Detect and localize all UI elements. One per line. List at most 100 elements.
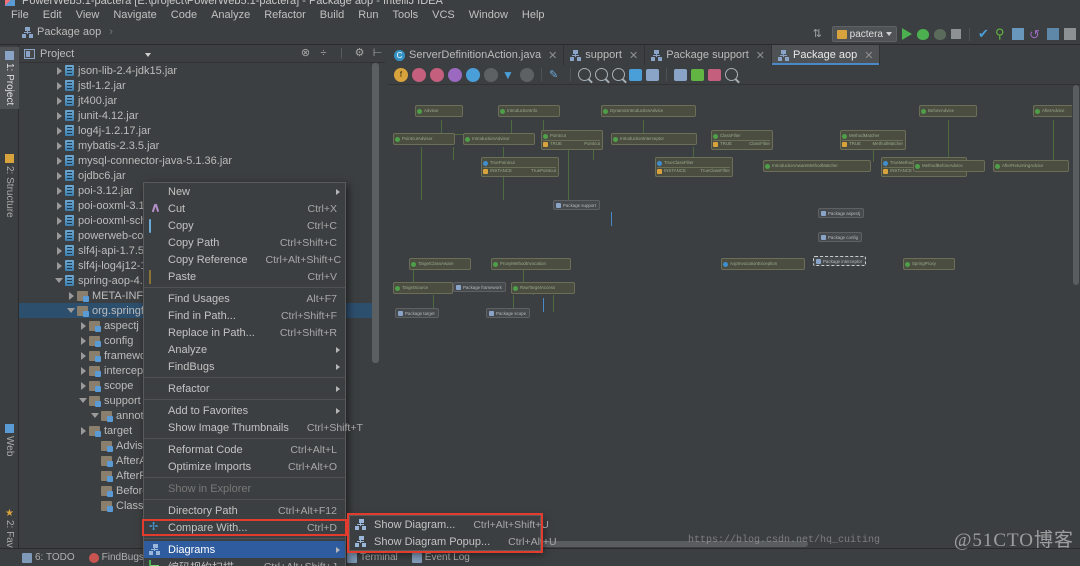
methods-toggle[interactable] (430, 67, 444, 82)
status-item-terminal[interactable]: Terminal (346, 552, 398, 563)
tree-node[interactable]: log4j-1.2.17.jar (19, 123, 379, 138)
chevron-right-icon[interactable] (79, 321, 88, 330)
chevron-right-icon[interactable] (79, 366, 88, 375)
tree-node[interactable]: junit-4.12.jar (19, 108, 379, 123)
update-application-button[interactable]: ✔ (978, 27, 990, 40)
diagram-node[interactable]: RawTargetAccess (511, 282, 575, 294)
diagram-node[interactable]: ClassFilter TRUE ClassFilter (711, 130, 773, 150)
context-menu-item-diagrams[interactable]: Diagrams (144, 541, 345, 558)
diagram-node[interactable]: BeforeAdvice (919, 105, 977, 117)
tree-node[interactable]: mysql-connector-java-5.1.36.jar (19, 153, 379, 168)
context-menu-item-refactor[interactable]: Refactor (144, 380, 345, 397)
chevron-right-icon[interactable] (55, 96, 64, 105)
tool-window-tab-web[interactable]: Web (0, 417, 19, 463)
menu-item-build[interactable]: Build (313, 8, 351, 22)
diagram-node[interactable]: MethodBeforeAdvice (913, 160, 985, 172)
chevron-down-icon[interactable] (145, 53, 151, 57)
chevron-right-icon[interactable] (55, 111, 64, 120)
actual-size-icon[interactable] (612, 68, 625, 81)
context-menu-item-optimizeimports[interactable]: Optimize Imports Ctrl+Alt+O (144, 458, 345, 475)
menu-item-code[interactable]: Code (164, 8, 204, 22)
chevron-right-icon[interactable] (79, 426, 88, 435)
save-icon[interactable] (674, 68, 687, 81)
diagram-node[interactable]: DynamicIntroductionAdvice (601, 105, 696, 117)
menu-item-view[interactable]: View (69, 8, 107, 22)
context-menu-item-findinpath[interactable]: Find in Path... Ctrl+Shift+F (144, 307, 345, 324)
context-menu-item-comparewith[interactable]: ✢ Compare With... Ctrl+D (144, 519, 345, 536)
diagram-package-node[interactable]: Package interceptor (813, 256, 867, 266)
chevron-down-icon[interactable] (91, 411, 100, 420)
menu-item-navigate[interactable]: Navigate (106, 8, 163, 22)
chevron-right-icon[interactable] (55, 156, 64, 165)
chevron-down-icon[interactable] (79, 396, 88, 405)
diagram-node[interactable]: AfterReturningAdvice (993, 160, 1069, 172)
chevron-right-icon[interactable] (55, 201, 64, 210)
menu-item-edit[interactable]: Edit (36, 8, 69, 22)
diagram-node[interactable]: PointcutAdvisor (393, 133, 455, 145)
menu-item-analyze[interactable]: Analyze (204, 8, 257, 22)
context-menu-item-addtofavorites[interactable]: Add to Favorites (144, 402, 345, 419)
diagram-node[interactable]: IntroductionAdvisor (463, 133, 535, 145)
profile-button[interactable]: ⚲ (995, 27, 1007, 40)
diagram-package-node[interactable]: Package support (553, 200, 600, 210)
layout-icon[interactable] (629, 68, 642, 81)
debug-button[interactable] (917, 28, 929, 40)
chevron-right-icon[interactable] (55, 261, 64, 270)
zoom-out-icon[interactable] (595, 68, 608, 81)
editor-vertical-scrollbar[interactable] (1072, 85, 1080, 548)
close-icon[interactable]: ✕ (629, 49, 638, 62)
gear-icon[interactable]: ⚙ (354, 48, 365, 59)
diagram-node[interactable]: TruePointcut INSTANCE TruePointcut (481, 157, 559, 177)
close-icon[interactable]: ✕ (864, 49, 873, 62)
expand-nodes-icon[interactable] (646, 68, 659, 81)
menu-item-vcs[interactable]: VCS (425, 8, 462, 22)
diagram-node[interactable]: SpringProxy (903, 258, 955, 270)
export-icon[interactable] (691, 68, 704, 81)
context-menu-item-findbugs[interactable]: FindBugs (144, 358, 345, 375)
status-item-todo[interactable]: 6: TODO (22, 552, 75, 563)
context-menu-item-copyreference[interactable]: Copy Reference Ctrl+Alt+Shift+C (144, 251, 345, 268)
chevron-right-icon[interactable] (79, 336, 88, 345)
context-menu-item-cut[interactable]: Cut Ctrl+X (144, 200, 345, 217)
context-menu-item-directorypath[interactable]: Directory Path Ctrl+Alt+F12 (144, 502, 345, 519)
constructors-toggle[interactable] (412, 67, 426, 82)
diagram-node[interactable]: AopInvocationException (721, 258, 805, 270)
menu-item-window[interactable]: Window (462, 8, 515, 22)
diagram-package-node[interactable]: Package aspectj (818, 208, 865, 218)
diagram-node[interactable]: TargetClassAware (409, 258, 471, 270)
expand-icon[interactable]: ÷ (318, 48, 329, 59)
diagram-node[interactable]: Pointcut TRUE Pointcut (541, 130, 603, 150)
chevron-right-icon[interactable] (55, 81, 64, 90)
diagrams-submenu[interactable]: Show Diagram... Ctrl+Alt+Shift+U Show Diag… (349, 515, 557, 551)
editor-tab-packageaop[interactable]: Package aop ✕ (772, 45, 881, 65)
scrollbar-thumb[interactable] (1073, 85, 1079, 285)
chevron-right-icon[interactable] (55, 141, 64, 150)
chevron-down-icon[interactable] (55, 276, 64, 285)
diagram-package-node[interactable]: Package target (395, 308, 439, 318)
tree-node[interactable]: json-lib-2.4-jdk15.jar (19, 63, 379, 78)
context-menu-item-findusages[interactable]: Find Usages Alt+F7 (144, 290, 345, 307)
fields-toggle[interactable]: f (394, 67, 408, 82)
chevron-right-icon[interactable] (55, 216, 64, 225)
sort-icon[interactable]: ⇅ (813, 27, 827, 41)
submenu-item-showdiagram[interactable]: Show Diagram... Ctrl+Alt+Shift+U (350, 516, 549, 533)
generate-button[interactable] (1047, 28, 1059, 40)
diagram-package-node[interactable]: Package config (818, 232, 863, 242)
status-item-eventlog[interactable]: Event Log (411, 552, 470, 563)
context-menu[interactable]: New Cut Ctrl+X Copy Ctrl+C Copy Path Ctrl+Shif… (143, 182, 363, 566)
project-tree-scrollbar[interactable] (372, 63, 379, 548)
run-button[interactable] (902, 28, 912, 40)
diagram-node[interactable]: MethodMatcher TRUE MethodMatcher (840, 130, 906, 150)
editor-tab-serverdefinitionactionjava[interactable]: C ServerDefinitionAction.java ✕ (388, 45, 565, 65)
inner-classes-toggle[interactable] (466, 67, 480, 82)
run-with-coverage-button[interactable] (934, 28, 946, 40)
menu-item-tools[interactable]: Tools (385, 8, 425, 22)
context-menu-item-reformatcode[interactable]: Reformat Code Ctrl+Alt+L (144, 441, 345, 458)
menu-item-file[interactable]: File (4, 8, 36, 22)
diagram-node[interactable]: Advisor (415, 105, 463, 117)
chevron-right-icon[interactable] (79, 351, 88, 360)
chevron-right-icon[interactable] (55, 126, 64, 135)
visibility-filter-icon[interactable] (484, 67, 498, 82)
tool-window-tab-project[interactable]: 1: Project (0, 47, 19, 109)
chevron-right-icon[interactable] (55, 66, 64, 75)
